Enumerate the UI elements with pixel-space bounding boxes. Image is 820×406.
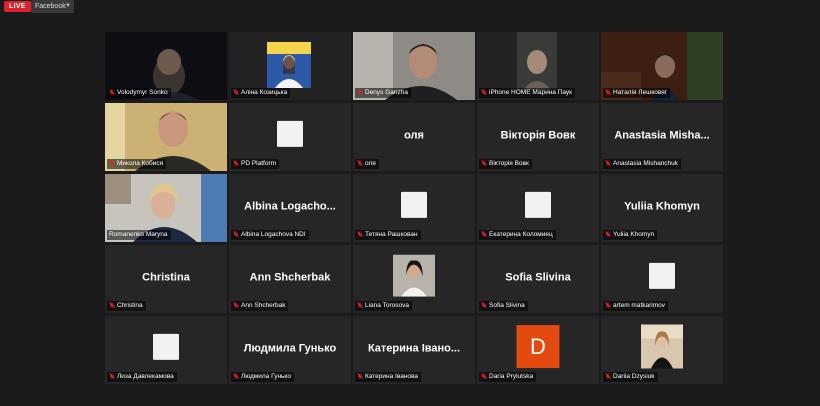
- muted-mic-icon: [233, 89, 239, 95]
- participant-tile[interactable]: Dariia Dzysiuk: [601, 316, 723, 384]
- muted-mic-icon: [109, 302, 115, 308]
- participant-tile[interactable]: Yuliia Khomyn Yuliia Khomyn: [601, 174, 723, 242]
- participant-name-label: Sofia Slivina: [489, 302, 525, 309]
- participant-name-label: Dariia Dzysiuk: [613, 373, 655, 380]
- chevron-down-icon: ▼: [65, 3, 71, 9]
- muted-mic-icon: [605, 373, 611, 379]
- participant-tile[interactable]: Тетяна Рашкован: [353, 174, 475, 242]
- participant-name-label: Лиза Давлекамова: [117, 373, 174, 380]
- stream-target-label: Facebook: [35, 3, 66, 10]
- participant-name-label: Ann Shcherbak: [241, 302, 286, 309]
- participant-name-label: Denys Ganzha: [365, 89, 408, 96]
- muted-mic-icon: [357, 160, 363, 166]
- participant-tile[interactable]: Вікторія Вовк Вікторія Вовк: [477, 103, 599, 171]
- participant-name-label: Romanenko Maryna: [109, 231, 168, 238]
- participant-tile[interactable]: D Daria Prylutska: [477, 316, 599, 384]
- participant-display-name: оля: [404, 129, 424, 142]
- muted-mic-icon: [109, 89, 115, 95]
- participant-name-label: artem matkarimov: [613, 302, 666, 309]
- participant-display-name: Yuliia Khomyn: [624, 200, 700, 213]
- participant-tile[interactable]: Ann Shcherbak Ann Shcherbak: [229, 245, 351, 313]
- participant-tile[interactable]: Denys Ganzha: [353, 32, 475, 100]
- muted-mic-icon: [357, 373, 363, 379]
- participant-tile[interactable]: Anastasia Misha... Anastasia Mishanchuk: [601, 103, 723, 171]
- participant-display-name: Ann Shcherbak: [249, 271, 331, 284]
- participant-tile[interactable]: Лиза Давлекамова: [105, 316, 227, 384]
- participant-name-label: Anastasia Mishanchuk: [613, 160, 679, 167]
- muted-mic-icon: [109, 160, 115, 166]
- participant-name-label: Volodymyr Sonko: [117, 89, 168, 96]
- participant-tile[interactable]: artem matkarimov: [601, 245, 723, 313]
- participant-display-name: Christina: [142, 271, 190, 284]
- participant-name-label: PD Platform: [241, 160, 277, 167]
- top-bar: LIVE Facebook ▼: [0, 0, 820, 14]
- muted-mic-icon: [605, 302, 611, 308]
- participant-name-label: Аліна Козицька: [241, 89, 288, 96]
- participant-tile[interactable]: iPhone HOME Марина Паук: [477, 32, 599, 100]
- participant-tile[interactable]: Людмила Гунько Людмила Гунько: [229, 316, 351, 384]
- participant-name-label: Людмила Гунько: [241, 373, 291, 380]
- muted-mic-icon: [357, 89, 363, 95]
- gallery-grid: Volodymyr Sonko Аліна Козицька Denys Gan…: [105, 32, 723, 384]
- participant-tile[interactable]: оля оля: [353, 103, 475, 171]
- avatar-placeholder-icon: [401, 191, 427, 218]
- participant-name-label: Микола Кобися: [117, 160, 164, 167]
- muted-mic-icon: [233, 373, 239, 379]
- profile-photo: [641, 324, 683, 369]
- muted-mic-icon: [481, 302, 487, 308]
- avatar-placeholder-icon: [649, 262, 675, 289]
- live-badge: LIVE: [4, 1, 31, 12]
- participant-tile[interactable]: Микола Кобися: [105, 103, 227, 171]
- muted-mic-icon: [109, 373, 115, 379]
- muted-mic-icon: [605, 89, 611, 95]
- avatar-placeholder-icon: [525, 191, 551, 218]
- participant-name-label: Екатерина Коломиец: [489, 231, 553, 238]
- participant-tile-active-speaker[interactable]: Romanenko Maryna: [105, 174, 227, 242]
- participant-tile[interactable]: Christina Christina: [105, 245, 227, 313]
- stream-target-dropdown[interactable]: Facebook ▼: [31, 0, 74, 13]
- participant-name-label: Катерина Іванова: [365, 373, 419, 380]
- participant-name-label: Yuliia Khomyn: [613, 231, 655, 238]
- muted-mic-icon: [481, 160, 487, 166]
- participant-tile[interactable]: PD Platform: [229, 103, 351, 171]
- muted-mic-icon: [357, 302, 363, 308]
- muted-mic-icon: [481, 373, 487, 379]
- participant-tile[interactable]: Аліна Козицька: [229, 32, 351, 100]
- participant-display-name: Sofia Slivina: [505, 271, 571, 284]
- participant-display-name: Людмила Гунько: [243, 342, 337, 355]
- avatar-placeholder-icon: [153, 333, 179, 360]
- muted-mic-icon: [481, 89, 487, 95]
- participant-name-label: Daria Prylutska: [489, 373, 534, 380]
- participant-name-label: Наталія Лешковяг: [613, 89, 668, 96]
- participant-tile[interactable]: Наталія Лешковяг: [601, 32, 723, 100]
- participant-name-label: Вікторія Вовк: [489, 160, 529, 167]
- participant-name-label: Тетяна Рашкован: [365, 231, 418, 238]
- participant-tile[interactable]: Liana Torosova: [353, 245, 475, 313]
- muted-mic-icon: [481, 231, 487, 237]
- profile-photo: [393, 254, 435, 297]
- participant-name-label: iPhone HOME Марина Паук: [489, 89, 573, 96]
- participant-tile[interactable]: Sofia Slivina Sofia Slivina: [477, 245, 599, 313]
- participant-tile[interactable]: Екатерина Коломиец: [477, 174, 599, 242]
- muted-mic-icon: [233, 231, 239, 237]
- participant-display-name: Albina Logacho...: [244, 200, 336, 213]
- participant-name-label: Albina Logachova NDI: [241, 231, 306, 238]
- initial-avatar: D: [516, 325, 560, 369]
- participant-tile[interactable]: Катерина Івано... Катерина Іванова: [353, 316, 475, 384]
- participant-tile[interactable]: Albina Logacho... Albina Logachova NDI: [229, 174, 351, 242]
- muted-mic-icon: [233, 302, 239, 308]
- participant-display-name: Вікторія Вовк: [500, 129, 576, 142]
- muted-mic-icon: [233, 160, 239, 166]
- participant-display-name: Anastasia Misha...: [614, 129, 710, 142]
- participant-name-label: Liana Torosova: [365, 302, 409, 309]
- avatar-placeholder-icon: [277, 120, 303, 147]
- participant-name-label: оля: [365, 160, 376, 167]
- participant-name-label: Christina: [117, 302, 143, 309]
- participant-display-name: Катерина Івано...: [367, 342, 461, 355]
- muted-mic-icon: [357, 231, 363, 237]
- muted-mic-icon: [605, 160, 611, 166]
- muted-mic-icon: [605, 231, 611, 237]
- participant-tile[interactable]: Volodymyr Sonko: [105, 32, 227, 100]
